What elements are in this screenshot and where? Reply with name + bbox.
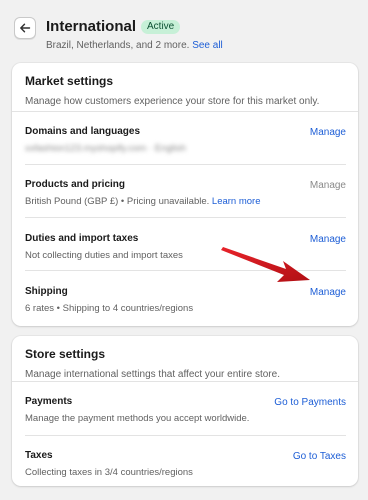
store-settings-description: Manage international settings that affec… (25, 369, 280, 380)
store-settings-card: Store settings Manage international sett… (12, 336, 358, 486)
store-settings-title: Store settings (25, 347, 106, 361)
store-settings-rows: Payments Manage the payment methods you … (12, 382, 358, 486)
go-to-taxes-link[interactable]: Go to Taxes (293, 451, 346, 462)
page-header: International Active Brazil, Netherlands,… (14, 17, 354, 57)
divider (25, 435, 346, 436)
domains-languages-row: Domains and languages xxfashion123.mysho… (12, 112, 358, 326)
products-pricing-desc: British Pound (GBP £) • Pricing unavaila… (25, 196, 261, 207)
back-button[interactable] (14, 17, 36, 39)
row-title: Duties and import taxes (25, 233, 139, 244)
divider (25, 217, 346, 218)
page-subtitle: Brazil, Netherlands, and 2 more. See all (46, 40, 223, 51)
arrow-left-icon (20, 23, 31, 33)
row-title: Taxes (25, 450, 53, 461)
duties-desc: Not collecting duties and import taxes (25, 250, 183, 261)
row-title: Payments (25, 396, 73, 407)
pricing-summary: British Pound (GBP £) • Pricing unavaila… (25, 196, 210, 207)
divider (25, 164, 346, 165)
market-settings-title: Market settings (25, 74, 114, 88)
manage-shipping-link[interactable]: Manage (310, 287, 346, 298)
manage-duties-link[interactable]: Manage (310, 234, 346, 245)
title-group: International Active (46, 18, 181, 36)
status-badge: Active (141, 19, 181, 34)
payments-desc: Manage the payment methods you accept wo… (25, 413, 250, 424)
annotation-arrow-icon (221, 247, 310, 282)
manage-domains-link[interactable]: Manage (310, 127, 346, 138)
markets-summary: Brazil, Netherlands, and 2 more. (46, 40, 190, 51)
domain-value-blurred: xxfashion123.myshopify.com · English (25, 143, 186, 154)
store-settings-header: Store settings Manage international sett… (12, 336, 358, 381)
row-title: Domains and languages (25, 126, 141, 137)
market-settings-description: Manage how customers experience your sto… (25, 96, 320, 107)
go-to-payments-link[interactable]: Go to Payments (274, 397, 346, 408)
market-settings-card: Market settings Manage how customers exp… (12, 63, 358, 326)
row-title: Shipping (25, 286, 68, 297)
page-title: International (46, 18, 137, 36)
learn-more-link[interactable]: Learn more (212, 196, 261, 207)
market-settings-header: Market settings Manage how customers exp… (12, 63, 358, 111)
row-title: Products and pricing (25, 179, 126, 190)
see-all-link[interactable]: See all (192, 40, 223, 51)
taxes-desc: Collecting taxes in 3/4 countries/region… (25, 467, 193, 478)
shipping-desc: 6 rates • Shipping to 4 countries/region… (25, 303, 194, 314)
manage-pricing-link[interactable]: Manage (310, 180, 346, 191)
